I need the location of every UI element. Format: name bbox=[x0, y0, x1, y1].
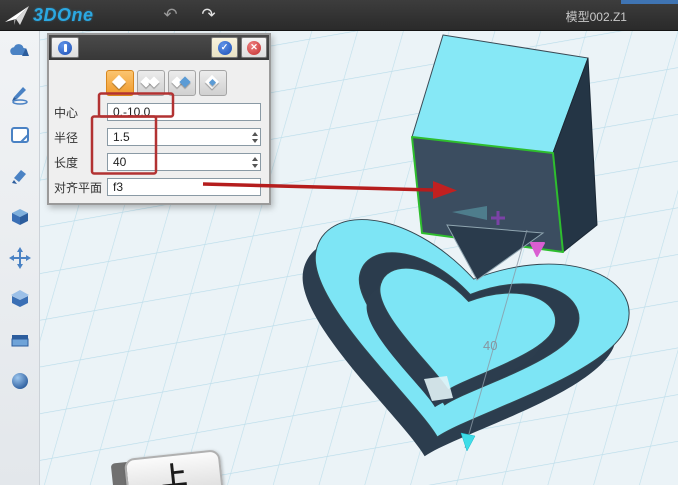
undo-icon[interactable]: ↶ bbox=[158, 3, 184, 27]
mode-intersect-button[interactable] bbox=[199, 70, 227, 96]
spin-up-icon[interactable] bbox=[252, 132, 258, 136]
boolean-mode-buttons bbox=[106, 70, 269, 96]
sketch-pen-icon bbox=[8, 82, 32, 106]
tab-accent-strip bbox=[621, 0, 678, 4]
confirm-button[interactable]: ✓ bbox=[211, 37, 238, 58]
mode-subtract-button[interactable] bbox=[168, 70, 196, 96]
center-input[interactable] bbox=[107, 103, 261, 121]
mode-add-button[interactable] bbox=[137, 70, 165, 96]
length-input[interactable] bbox=[107, 153, 261, 171]
app-title: 3DOne bbox=[33, 5, 94, 26]
diamond-icon bbox=[112, 75, 126, 89]
sidebar-item-sketch-pen[interactable] bbox=[7, 81, 33, 107]
field-row-align-plane: 对齐平面 bbox=[54, 178, 261, 196]
radius-input[interactable] bbox=[107, 128, 261, 146]
combine-solids-icon bbox=[8, 287, 32, 311]
sidebar-item-move-transform[interactable] bbox=[7, 245, 33, 271]
section-view-icon bbox=[8, 328, 32, 352]
sidebar-item-combine-solids[interactable] bbox=[7, 286, 33, 312]
cylinder-parameter-dialog: ✓ ✕ 中心 半径 bbox=[47, 33, 271, 205]
titlebar: 3DOne ↶ ↷ 模型002.Z1 bbox=[0, 0, 678, 31]
field-row-center: 中心 bbox=[54, 103, 261, 121]
dimension-label: 40 bbox=[483, 338, 497, 353]
mode-base-solid-button[interactable] bbox=[106, 70, 134, 96]
info-circle-icon bbox=[58, 41, 72, 55]
sidebar-item-solid-shapes[interactable] bbox=[7, 40, 33, 66]
feature-cube-icon bbox=[8, 205, 32, 229]
sidebar-item-feature-cube[interactable] bbox=[7, 204, 33, 230]
sidebar-item-section-view[interactable] bbox=[7, 327, 33, 353]
align-plane-input[interactable] bbox=[107, 178, 261, 196]
move-transform-icon bbox=[8, 246, 32, 270]
app-logo: 3DOne bbox=[4, 3, 94, 27]
redo-icon[interactable]: ↷ bbox=[196, 3, 222, 27]
field-row-radius: 半径 bbox=[54, 128, 261, 146]
length-label: 长度 bbox=[54, 154, 107, 171]
close-button[interactable]: ✕ bbox=[241, 37, 267, 58]
spin-down-icon[interactable] bbox=[252, 164, 258, 168]
info-button[interactable] bbox=[51, 37, 79, 58]
close-circle-icon: ✕ bbox=[247, 41, 261, 55]
diamond-icon bbox=[148, 76, 159, 87]
solid-shapes-icon bbox=[8, 41, 32, 65]
view-cube-label: 上 bbox=[159, 455, 189, 485]
diamond-blue-icon bbox=[179, 76, 190, 87]
spin-down-icon[interactable] bbox=[252, 139, 258, 143]
dialog-header: ✓ ✕ bbox=[49, 35, 269, 60]
sidebar-item-sketch-plane[interactable] bbox=[7, 122, 33, 148]
edit-trim-icon bbox=[8, 164, 32, 188]
document-title: 模型002.Z1 bbox=[566, 8, 627, 25]
material-sphere-icon bbox=[8, 369, 32, 393]
center-label: 中心 bbox=[54, 104, 107, 121]
align-plane-label: 对齐平面 bbox=[54, 179, 107, 196]
sidebar-item-edit-trim[interactable] bbox=[7, 163, 33, 189]
spin-up-icon[interactable] bbox=[252, 157, 258, 161]
field-row-length: 长度 bbox=[54, 153, 261, 171]
tool-sidebar bbox=[0, 30, 40, 485]
radius-label: 半径 bbox=[54, 129, 107, 146]
check-circle-icon: ✓ bbox=[218, 41, 232, 55]
sidebar-item-material-render[interactable] bbox=[7, 368, 33, 394]
paper-plane-icon bbox=[4, 3, 30, 27]
sketch-plane-icon bbox=[8, 123, 32, 147]
